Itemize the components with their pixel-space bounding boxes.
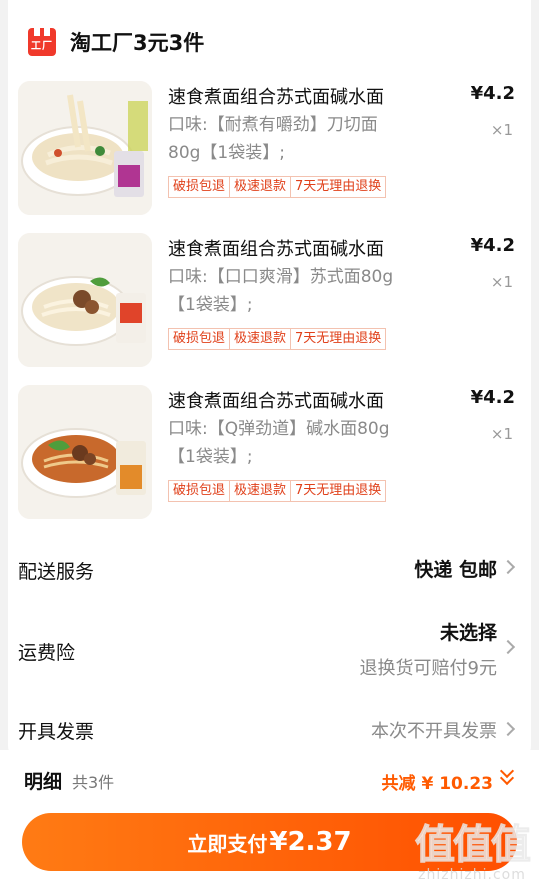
double-chevron-down-icon[interactable] (499, 763, 517, 786)
item-quantity: ×1 (490, 121, 513, 139)
product-thumbnail[interactable] (18, 81, 152, 215)
noodle-bowl-image (18, 233, 152, 367)
shop-name: 淘工厂3元3件 (70, 31, 205, 55)
chevron-right-icon (500, 559, 516, 575)
item-title: 速食煮面组合苏式面碱水面 (168, 87, 384, 108)
shop-header[interactable]: 工厂 淘工厂3元3件 (28, 22, 204, 62)
order-item[interactable]: 速食煮面组合苏式面碱水面 口味:【耐煮有嚼劲】刀切面80g【1袋装】; ¥4.2… (18, 81, 515, 217)
item-price: ¥4.2 (470, 83, 515, 104)
insurance-label: 运费险 (18, 642, 76, 664)
item-quantity: ×1 (490, 273, 513, 291)
invoice-value: 本次不开具发票 (371, 721, 497, 742)
item-variant: 口味:【Q弹劲道】碱水面80g【1袋装】; (168, 419, 390, 467)
delivery-label: 配送服务 (18, 561, 95, 583)
watermark-logo: 值值值 (415, 822, 532, 868)
tag-fast-refund: 极速退款 (230, 328, 292, 350)
product-thumbnail[interactable] (18, 385, 152, 519)
item-quantity: ×1 (490, 425, 513, 443)
item-title: 速食煮面组合苏式面碱水面 (168, 239, 384, 260)
delivery-row[interactable]: 配送服务 快递 包邮 (18, 553, 516, 587)
item-variant: 口味:【口口爽滑】苏式面80g【1袋装】; (168, 267, 394, 315)
tag-damage-return: 破损包退 (168, 328, 231, 350)
tag-damage-return: 破损包退 (168, 176, 231, 198)
summary-count: 共3件 (72, 773, 115, 792)
tag-7day-return: 7天无理由退换 (291, 328, 387, 350)
item-price: ¥4.2 (470, 387, 515, 408)
tag-fast-refund: 极速退款 (230, 480, 292, 502)
shop-logo-icon: 工厂 (28, 28, 56, 56)
item-title: 速食煮面组合苏式面碱水面 (168, 391, 384, 412)
pay-amount: ¥2.37 (269, 827, 352, 857)
shop-logo-text: 工厂 (31, 41, 53, 52)
discount-total[interactable]: 共减 ¥ 10.23 (382, 769, 493, 794)
order-item[interactable]: 速食煮面组合苏式面碱水面 口味:【Q弹劲道】碱水面80g【1袋装】; ¥4.2 … (18, 385, 515, 521)
noodle-bowl-image (18, 385, 152, 519)
service-tags: 破损包退 极速退款 7天无理由退换 (168, 328, 387, 350)
service-tags: 破损包退 极速退款 7天无理由退换 (168, 176, 387, 198)
chevron-right-icon (500, 721, 516, 737)
checkout-bar: 明细 共3件 共减 ¥ 10.23 立即支付 ¥2.37 值值值 zhizhiz… (0, 750, 539, 889)
shipping-insurance-row[interactable]: 运费险 未选择 退换货可赔付9元 (18, 616, 516, 682)
product-thumbnail[interactable] (18, 233, 152, 367)
item-price: ¥4.2 (470, 235, 515, 256)
item-variant: 口味:【耐煮有嚼劲】刀切面80g【1袋装】; (168, 115, 378, 163)
invoice-row[interactable]: 开具发票 本次不开具发票 (18, 715, 516, 747)
insurance-value: 未选择 (439, 622, 497, 644)
delivery-value: 快递 包邮 (414, 559, 497, 581)
service-tags: 破损包退 极速退款 7天无理由退换 (168, 480, 387, 502)
watermark-url: zhizhizhi.com (418, 867, 526, 883)
tag-7day-return: 7天无理由退换 (291, 480, 387, 502)
chevron-right-icon (500, 639, 516, 655)
summary-label[interactable]: 明细 (24, 767, 62, 794)
tag-7day-return: 7天无理由退换 (291, 176, 387, 198)
tag-damage-return: 破损包退 (168, 480, 231, 502)
noodle-bowl-image (18, 81, 152, 215)
insurance-sub: 退换货可赔付9元 (359, 658, 497, 679)
pay-label: 立即支付 (187, 831, 268, 856)
order-item[interactable]: 速食煮面组合苏式面碱水面 口味:【口口爽滑】苏式面80g【1袋装】; ¥4.2 … (18, 233, 515, 369)
tag-fast-refund: 极速退款 (230, 176, 292, 198)
watermark: 值值值 zhizhizhi.com (415, 822, 532, 884)
invoice-label: 开具发票 (18, 721, 95, 743)
